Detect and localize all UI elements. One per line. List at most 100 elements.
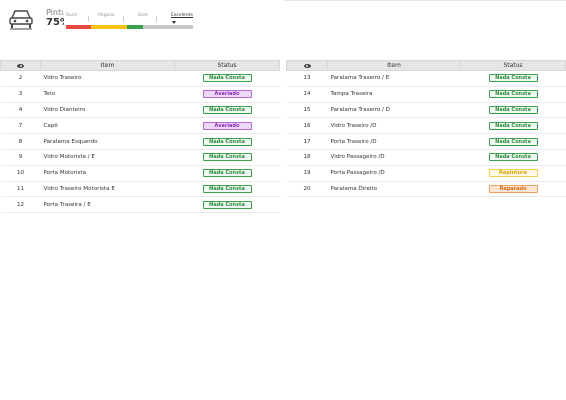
column-header-status: Status — [174, 60, 280, 71]
status-badge: Nada Consta — [488, 74, 538, 83]
item-name: Porta Motorista — [40, 165, 175, 182]
table-row[interactable]: 11 Vidro Traseiro Motorista E Nada Consta — [0, 181, 280, 198]
divider — [284, 0, 566, 1]
table-row[interactable]: 7 Capô Avariado — [0, 117, 280, 135]
item-name: Capô — [40, 117, 175, 135]
row-number: 4 — [0, 102, 41, 119]
status-cell: Nada Consta — [174, 133, 280, 150]
row-number: 15 — [286, 102, 328, 119]
scale-label-ruim: Ruim — [66, 13, 78, 18]
status-badge: Nada Consta — [202, 184, 252, 193]
status-badge: Nada Consta — [488, 105, 538, 114]
status-badge: Nada Consta — [488, 121, 538, 130]
table-row[interactable]: 20 Paralama Direito Reparado — [286, 181, 566, 198]
row-number: 9 — [0, 149, 41, 166]
table-row[interactable]: 13 Paralama Traseiro / E Nada Consta — [286, 70, 566, 87]
item-name: Teto — [40, 86, 175, 103]
status-cell: Nada Consta — [174, 196, 280, 214]
status-cell: Nada Consta — [460, 86, 566, 103]
item-name: Vidro Motorista / E — [40, 149, 175, 166]
status-badge: Nada Consta — [202, 137, 252, 146]
table-row[interactable]: 14 Tampa Traseira Nada Consta — [286, 86, 566, 103]
table-row[interactable]: 10 Porta Motorista Nada Consta — [0, 165, 280, 182]
status-cell: Nada Consta — [174, 165, 280, 182]
item-name: Porta Traseira / E — [40, 196, 175, 214]
table-row[interactable]: 19 Porta Passageiro /D Repintura — [286, 165, 566, 182]
table-row[interactable]: 3 Teto Avariado — [0, 86, 280, 103]
scale-segment-bom — [126, 25, 144, 29]
row-number: 7 — [0, 117, 41, 135]
scale-segment-regular — [91, 25, 127, 29]
status-cell: Repintura — [460, 165, 566, 182]
scale-bar — [66, 25, 193, 29]
table-row[interactable]: 16 Vidro Traseiro /D Nada Consta — [286, 117, 566, 135]
table-row[interactable]: 2 Vidro Traseiro Nada Consta — [0, 70, 280, 87]
status-cell: Nada Consta — [174, 181, 280, 198]
scale-label-excelente: Excelente — [171, 13, 194, 18]
scale-segment-ruim — [66, 25, 92, 29]
table-row[interactable]: 4 Vidro Dianteiro Nada Consta — [0, 102, 280, 119]
item-name: Tampa Traseira — [327, 86, 461, 103]
column-header-item: Item — [40, 60, 175, 71]
status-badge: Reparado — [488, 184, 538, 193]
scale-labels: Ruim Regular Bom Excelente — [66, 13, 196, 22]
scale-segment-excelente — [143, 25, 193, 29]
status-cell: Avariado — [174, 117, 280, 135]
scale-separator — [156, 16, 157, 22]
item-name: Vidro Passageiro /D — [327, 149, 461, 166]
scale-label-regular: Regular — [98, 13, 116, 18]
item-name: Paralama Direito — [327, 181, 461, 198]
status-badge: Nada Consta — [488, 137, 538, 146]
car-front-icon — [9, 10, 33, 30]
item-name: Vidro Traseiro — [40, 70, 175, 87]
item-name: Vidro Traseiro /D — [327, 117, 461, 135]
column-header-view — [286, 60, 328, 71]
status-badge: Avariado — [202, 121, 252, 130]
status-cell: Avariado — [174, 86, 280, 103]
status-badge: Nada Consta — [202, 169, 252, 178]
table-row[interactable]: 17 Porta Traseiro /D Nada Consta — [286, 133, 566, 150]
status-badge: Nada Consta — [202, 200, 252, 209]
status-cell: Nada Consta — [174, 102, 280, 119]
status-badge: Avariado — [202, 90, 252, 99]
status-badge: Nada Consta — [488, 90, 538, 99]
table-row[interactable]: 15 Paralama Traseiro / D Nada Consta — [286, 102, 566, 119]
status-cell: Nada Consta — [460, 149, 566, 166]
table-header-row: Item Status — [286, 60, 566, 71]
table-row[interactable]: 8 Paralama Esquerdo Nada Consta — [0, 133, 280, 150]
section-title: Pintura — [46, 8, 64, 17]
item-name: Paralama Traseiro / D — [327, 102, 461, 119]
row-number: 8 — [0, 133, 41, 150]
item-name: Porta Passageiro /D — [327, 165, 461, 182]
row-number: 17 — [286, 133, 328, 150]
status-badge: Nada Consta — [202, 105, 252, 114]
status-badge: Nada Consta — [202, 153, 252, 162]
inspection-table-left: Item Status 2 Vidro Traseiro Nada Consta 3 T… — [0, 60, 280, 214]
column-header-status: Status — [460, 60, 566, 71]
item-name: Vidro Dianteiro — [40, 102, 175, 119]
scale-separator — [123, 16, 124, 22]
status-cell: Nada Consta — [174, 149, 280, 166]
row-number: 19 — [286, 165, 328, 182]
row-number: 13 — [286, 70, 328, 87]
inspection-table-right: Item Status 13 Paralama Traseiro / E Nada … — [286, 60, 566, 198]
table-row[interactable]: 18 Vidro Passageiro /D Nada Consta — [286, 149, 566, 166]
status-cell: Nada Consta — [460, 133, 566, 150]
status-cell: Nada Consta — [460, 102, 566, 119]
paint-summary-header: Pintura 75% Ruim Regular Bom Excelente — [0, 0, 566, 40]
scale-label-bom: Bom — [138, 13, 149, 18]
row-number: 16 — [286, 117, 328, 135]
eye-icon — [303, 63, 311, 68]
item-name: Paralama Esquerdo — [40, 133, 175, 150]
row-number: 2 — [0, 70, 41, 87]
table-row[interactable]: 9 Vidro Motorista / E Nada Consta — [0, 149, 280, 166]
status-cell: Reparado — [460, 181, 566, 198]
row-number: 11 — [0, 181, 41, 198]
item-name: Vidro Traseiro Motorista E — [40, 181, 175, 198]
row-number: 18 — [286, 149, 328, 166]
table-row[interactable]: 12 Porta Traseira / E Nada Consta — [0, 196, 280, 214]
status-badge: Repintura — [488, 169, 538, 178]
row-number: 10 — [0, 165, 41, 182]
row-number: 12 — [0, 196, 41, 214]
status-cell: Nada Consta — [174, 70, 280, 87]
